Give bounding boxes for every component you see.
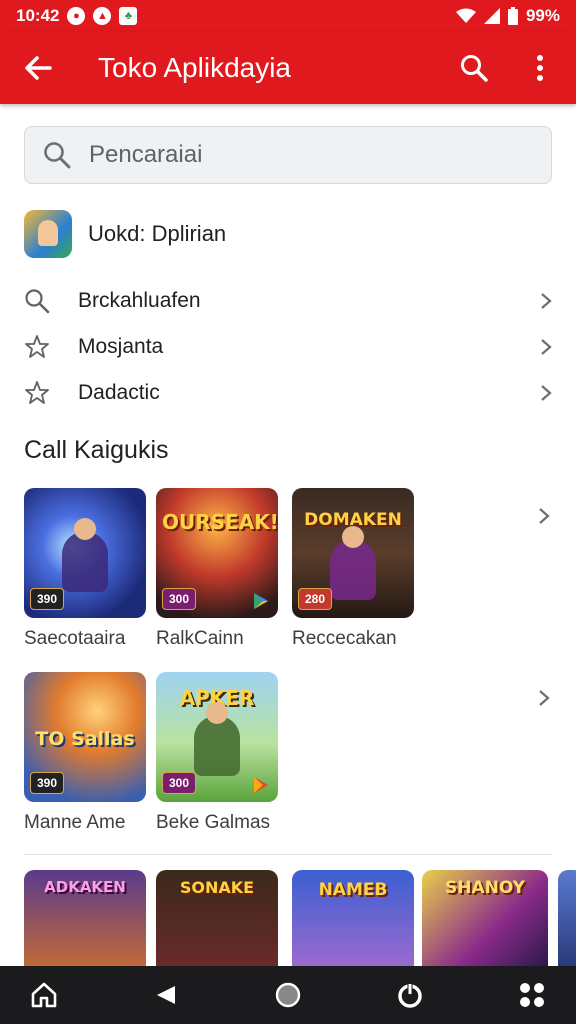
app-thumbnail[interactable]: SHANOY xyxy=(422,870,548,966)
rating-badge: 390 xyxy=(30,588,65,610)
app-name: Beke Galmas xyxy=(156,812,271,833)
game-app-icon xyxy=(24,210,72,258)
app-card[interactable]: DOMAKEN 280 Reccecakan xyxy=(292,488,414,650)
rating-badge: 300 xyxy=(162,772,197,794)
featured-app-item[interactable]: Uokd: Dplirian xyxy=(24,208,226,260)
app-strip: ADKAKEN SONAKE NAMEB SHANOY xyxy=(24,870,576,966)
rating-badge: 300 xyxy=(162,588,197,610)
power-button[interactable] xyxy=(390,975,430,1015)
chevron-right-icon[interactable] xyxy=(534,688,554,708)
app-art-text: OURSEAK! xyxy=(162,510,278,534)
app-art-text: TO Sallas xyxy=(35,728,135,750)
app-card[interactable]: 390 Saecotaaira xyxy=(24,488,146,650)
app-thumbnail[interactable]: NAMEB xyxy=(292,870,414,966)
menu-item-0[interactable]: Brckahluafen xyxy=(24,278,556,324)
search-icon xyxy=(24,288,50,314)
app-card[interactable]: APKER 300 Beke Galmas xyxy=(156,672,278,834)
apps-button[interactable] xyxy=(512,975,552,1015)
app-name: RalkCainn xyxy=(156,628,244,649)
notification-icon: ♣ xyxy=(119,7,138,25)
app-thumbnail: TO Sallas 390 xyxy=(24,672,146,802)
character-art xyxy=(330,526,376,600)
app-thumbnail: DOMAKEN 280 xyxy=(292,488,414,618)
app-art-text: SHANOY xyxy=(444,878,525,898)
wifi-icon xyxy=(455,8,476,23)
app-art-text: NAMEB xyxy=(318,880,388,900)
section-title: Call Kaigukis xyxy=(24,436,169,464)
home-icon xyxy=(31,982,57,1008)
app-thumbnail: APKER 300 xyxy=(156,672,278,802)
search-input[interactable] xyxy=(89,141,509,169)
battery-icon xyxy=(507,7,518,25)
battery-level: 99% xyxy=(525,6,560,25)
app-art-text: ADKAKEN xyxy=(44,878,126,896)
menu-item-label: Brckahluafen xyxy=(78,289,201,312)
app-thumbnail[interactable]: ADKAKEN xyxy=(24,870,146,966)
rating-badge: 390 xyxy=(30,772,65,794)
menu-list: Brckahluafen Mosjanta Dadactic xyxy=(24,278,556,416)
apps-icon xyxy=(520,983,544,1007)
home-button[interactable] xyxy=(24,975,64,1015)
app-thumbnail: 390 xyxy=(24,488,146,618)
play-store-icon xyxy=(254,593,268,609)
play-store-icon xyxy=(254,777,268,793)
arrow-left-icon xyxy=(25,56,52,80)
power-icon xyxy=(398,983,422,1008)
rating-badge: 280 xyxy=(298,588,333,610)
menu-item-1[interactable]: Mosjanta xyxy=(24,324,556,370)
app-card[interactable]: TO Sallas 390 Manne Ame xyxy=(24,672,146,834)
notification-icon: ▲ xyxy=(93,7,112,25)
system-nav-bar xyxy=(0,966,576,1024)
divider xyxy=(24,854,552,855)
chevron-right-icon[interactable] xyxy=(534,506,554,526)
home-circle-button[interactable] xyxy=(268,975,308,1015)
menu-item-2[interactable]: Dadactic xyxy=(24,370,556,416)
app-thumbnail[interactable]: SONAKE xyxy=(156,870,278,966)
app-name: Reccecakan xyxy=(292,628,397,649)
app-thumbnail: OURSEAK! 300 xyxy=(156,488,278,618)
more-vert-icon xyxy=(537,55,543,81)
character-art xyxy=(62,518,108,592)
signal-icon xyxy=(483,8,500,24)
more-options-button[interactable] xyxy=(524,52,556,84)
star-icon xyxy=(24,380,50,406)
app-thumbnail[interactable] xyxy=(558,870,576,966)
menu-item-label: Mosjanta xyxy=(78,335,164,358)
search-icon xyxy=(44,142,71,169)
circle-icon xyxy=(275,982,301,1008)
app-name: Manne Ame xyxy=(24,812,126,833)
back-button[interactable] xyxy=(20,50,56,86)
featured-app-label: Uokd: Dplirian xyxy=(88,221,227,246)
chevron-right-icon xyxy=(536,291,556,311)
search-button[interactable] xyxy=(458,52,490,84)
chevron-right-icon xyxy=(536,337,556,357)
app-card[interactable]: OURSEAK! 300 RalkCainn xyxy=(156,488,278,650)
app-name: Saecotaaira xyxy=(24,628,126,649)
search-bar[interactable] xyxy=(24,126,552,184)
app-bar: Toko Aplikdayia xyxy=(0,32,576,104)
menu-item-label: Dadactic xyxy=(78,381,160,404)
status-time: 10:42 xyxy=(16,6,60,25)
chevron-right-icon xyxy=(536,383,556,403)
back-triangle-icon xyxy=(157,986,175,1004)
star-icon xyxy=(24,334,50,360)
status-bar: 10:42 ● ▲ ♣ 99% xyxy=(0,0,576,32)
character-art xyxy=(194,702,240,776)
search-icon xyxy=(461,55,488,82)
app-art-text: SONAKE xyxy=(179,878,255,897)
app-title: Toko Aplikdayia xyxy=(98,52,292,83)
back-nav-button[interactable] xyxy=(146,975,186,1015)
notification-icon: ● xyxy=(67,7,86,25)
